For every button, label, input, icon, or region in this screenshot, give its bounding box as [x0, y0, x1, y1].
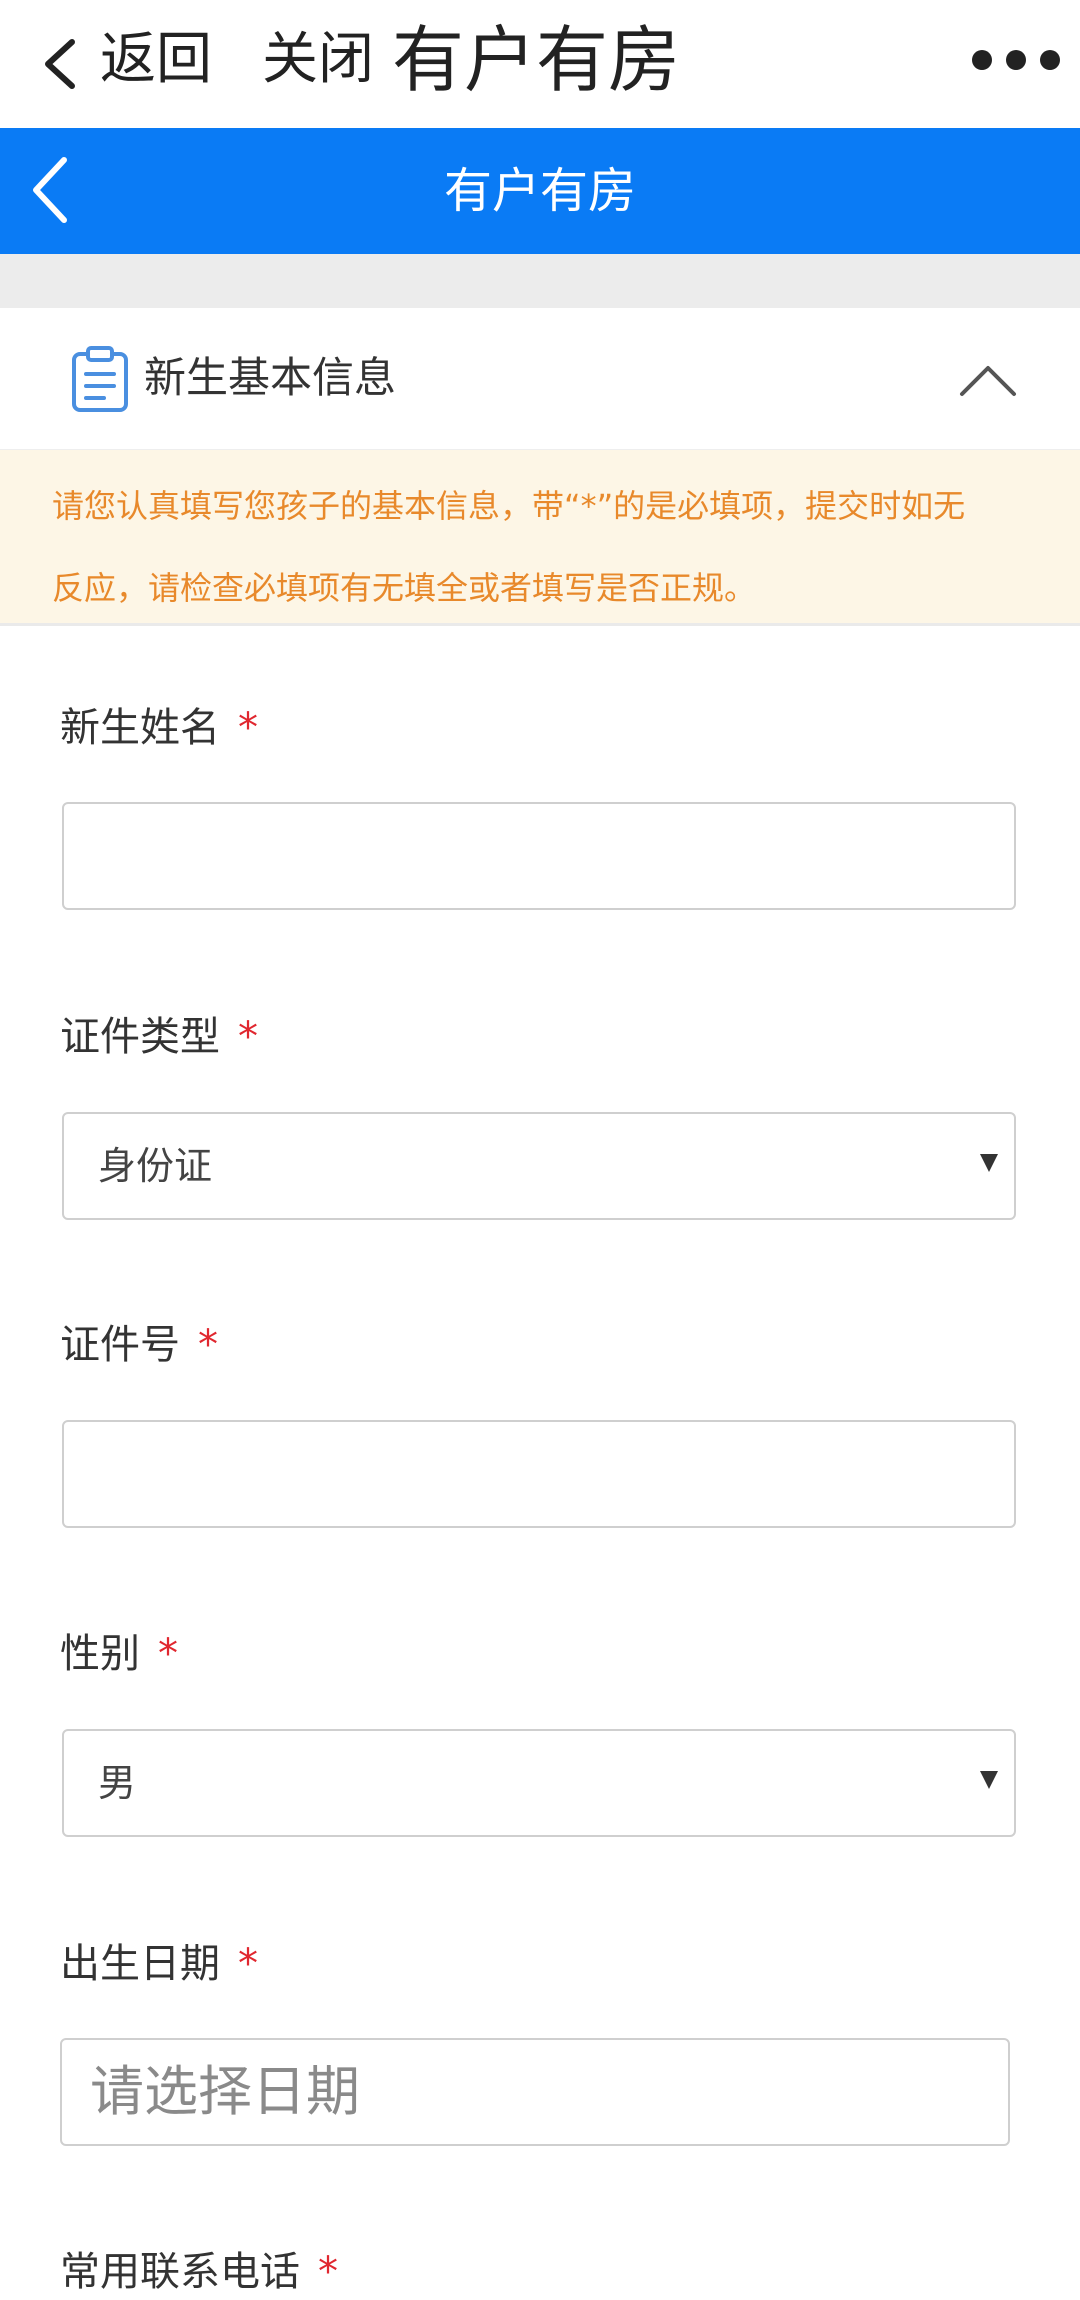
- notice-banner: 请您认真填写您孩子的基本信息，带“*”的是必填项，提交时如无 反应，请检查必填项…: [0, 450, 1080, 626]
- gender-select[interactable]: 男: [62, 1729, 1016, 1837]
- birth-date-picker[interactable]: 请选择日期: [60, 2038, 1010, 2146]
- app-nav-bar: 有户有房: [0, 128, 1080, 254]
- clipboard-icon: [72, 346, 128, 412]
- dropdown-arrow-icon: [980, 1154, 998, 1172]
- id-type-select[interactable]: 身份证: [62, 1112, 1016, 1220]
- back-chevron-icon[interactable]: [38, 36, 84, 92]
- required-mark: *: [318, 2249, 338, 2295]
- birth-date-label-text: 出生日期: [60, 1941, 220, 1987]
- id-type-value: 身份证: [98, 1144, 213, 1188]
- chevron-up-icon[interactable]: [958, 358, 1018, 402]
- dropdown-arrow-icon: [980, 1771, 998, 1789]
- birth-date-label: 出生日期 *: [60, 1936, 258, 1992]
- notice-line-1: 请您认真填写您孩子的基本信息，带“*”的是必填项，提交时如无: [52, 487, 966, 525]
- id-type-label-text: 证件类型: [60, 1014, 220, 1060]
- id-number-input[interactable]: [62, 1420, 1016, 1528]
- id-type-label: 证件类型 *: [60, 1009, 258, 1065]
- section-header[interactable]: 新生基本信息: [0, 308, 1080, 450]
- name-label-text: 新生姓名: [60, 705, 220, 751]
- gender-value: 男: [98, 1761, 137, 1805]
- id-number-label-text: 证件号: [60, 1322, 180, 1368]
- more-options-icon[interactable]: [972, 50, 1080, 74]
- required-mark: *: [158, 1631, 178, 1677]
- name-input[interactable]: [62, 802, 1016, 910]
- required-mark: *: [198, 1322, 218, 1368]
- phone-label-text: 常用联系电话: [60, 2249, 300, 2295]
- notice-line-2: 反应，请检查必填项有无填全或者填写是否正规。: [52, 569, 757, 607]
- gender-label-text: 性别: [60, 1631, 140, 1677]
- nav-back-icon[interactable]: [26, 150, 74, 230]
- browser-top-bar: 返回 关闭 有户有房: [0, 0, 1080, 128]
- name-label: 新生姓名 *: [60, 700, 258, 756]
- required-mark: *: [238, 705, 258, 751]
- page-title: 有户有房: [392, 18, 681, 102]
- gender-label: 性别 *: [60, 1626, 178, 1682]
- nav-title: 有户有房: [443, 163, 636, 219]
- required-mark: *: [238, 1014, 258, 1060]
- section-title: 新生基本信息: [144, 353, 397, 402]
- phone-label: 常用联系电话 *: [60, 2244, 338, 2300]
- birth-date-placeholder: 请选择日期: [90, 2060, 360, 2123]
- id-number-label: 证件号 *: [60, 1317, 218, 1373]
- back-button[interactable]: 返回: [100, 24, 212, 96]
- close-button[interactable]: 关闭: [262, 24, 374, 96]
- section-gap: [0, 254, 1080, 308]
- required-mark: *: [238, 1941, 258, 1987]
